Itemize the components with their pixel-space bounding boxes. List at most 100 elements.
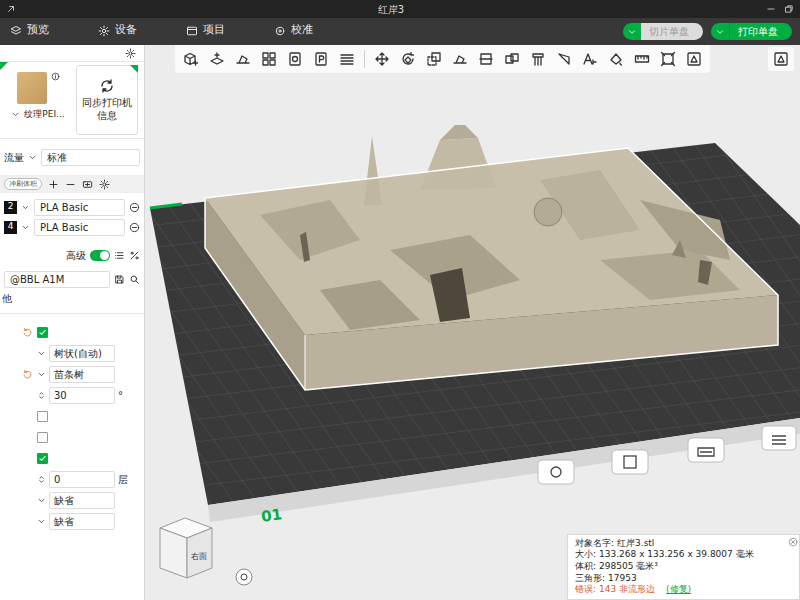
scale-icon[interactable] <box>422 47 446 71</box>
cut-icon[interactable] <box>474 47 498 71</box>
reset-icon[interactable] <box>22 327 33 338</box>
color-paint-icon[interactable] <box>604 47 628 71</box>
chevron-icon[interactable] <box>37 496 46 505</box>
settings-gear-icon[interactable] <box>125 48 136 59</box>
setting-select[interactable]: 树状(自动) <box>49 345 115 362</box>
list-icon[interactable] <box>114 250 125 261</box>
setting-checkbox[interactable] <box>37 327 48 338</box>
close-icon[interactable] <box>788 537 798 547</box>
text-tool-icon[interactable] <box>578 47 602 71</box>
tab-label: 设备 <box>115 22 137 39</box>
search-icon[interactable] <box>129 274 140 285</box>
setting-select[interactable]: 缺省 <box>49 492 115 509</box>
dropdown-chevron-icon[interactable] <box>711 23 729 40</box>
reset-slot <box>20 389 34 403</box>
split-parts-icon[interactable] <box>309 47 333 71</box>
advanced-toggle[interactable] <box>90 250 110 261</box>
minimize-icon[interactable] <box>766 4 776 14</box>
back-arrow-icon[interactable] <box>6 4 16 14</box>
sync-printer-button[interactable]: 同步打印机信息 <box>76 65 138 135</box>
menu-tab[interactable]: 项目 <box>186 18 274 45</box>
build-plate-scene[interactable]: 01右面 <box>145 45 800 600</box>
arrange-icon[interactable] <box>257 47 281 71</box>
error-value: 143 非流形边 <box>599 584 655 596</box>
filament-slot[interactable]: 4 <box>4 221 17 234</box>
filament-select[interactable]: PLA Basic <box>34 219 125 236</box>
add-filament-icon[interactable] <box>48 179 59 190</box>
shape-gallery-icon[interactable] <box>682 47 706 71</box>
chevron-icon[interactable] <box>28 153 37 162</box>
reset-icon[interactable] <box>22 369 33 380</box>
split-objects-icon[interactable] <box>283 47 307 71</box>
setting-unit: ° <box>118 388 123 403</box>
dropdown-chevron-icon[interactable] <box>623 23 641 40</box>
printer-name: @BBL A1M <box>10 272 64 287</box>
check-icon <box>38 454 47 463</box>
reset-slot <box>20 515 34 529</box>
flush-volume-button[interactable]: 冲刷体积 <box>4 178 42 191</box>
filament-settings-icon[interactable] <box>99 179 110 190</box>
3d-viewport[interactable]: 01右面对象名字:红岸3.stl大小:133.268 x 133.256 x 3… <box>145 45 800 600</box>
chevron-icon[interactable] <box>37 517 46 526</box>
action-label: 切片单盘 <box>649 24 689 39</box>
setting-select[interactable]: 缺省 <box>49 513 115 530</box>
lay-on-face-icon[interactable] <box>448 47 472 71</box>
chevron-icon[interactable] <box>37 349 46 358</box>
menu-tab[interactable]: 预览 <box>10 18 98 45</box>
flow-select[interactable]: 标准 <box>41 149 140 166</box>
reset-slot[interactable] <box>20 368 34 382</box>
print-plate-button[interactable]: 打印单盘 <box>711 23 792 40</box>
remove-circle-icon[interactable] <box>129 222 140 233</box>
add-object-icon[interactable] <box>179 47 203 71</box>
filament-sheet-icon[interactable] <box>82 179 93 190</box>
sync-label: 同步打印机信息 <box>81 97 133 122</box>
save-icon[interactable] <box>114 274 125 285</box>
filament-select[interactable]: PLA Basic <box>34 199 125 216</box>
spinner-icon[interactable] <box>37 475 46 484</box>
menu-tab[interactable]: 校准 <box>274 18 362 45</box>
restore-icon[interactable] <box>784 4 794 14</box>
assembly-icon[interactable] <box>656 47 680 71</box>
chevron-icon[interactable] <box>21 203 30 212</box>
layout-switch-icon[interactable] <box>768 47 794 71</box>
support-paint-icon[interactable] <box>526 47 550 71</box>
layer-height-icon[interactable] <box>335 47 359 71</box>
setting-checkbox[interactable] <box>37 411 48 422</box>
auto-orient-icon[interactable] <box>231 47 255 71</box>
view-cube-face[interactable]: 右面 <box>191 552 207 561</box>
sync-icon <box>99 78 115 94</box>
add-plate-icon[interactable] <box>205 47 229 71</box>
plate-thumbnail[interactable] <box>17 72 47 104</box>
info-value: 17953 <box>608 573 637 585</box>
setting-checkbox[interactable] <box>37 432 48 443</box>
info-icon[interactable] <box>51 72 60 81</box>
printer-preset[interactable]: @BBL A1M <box>4 271 110 288</box>
setting-number[interactable]: 30 <box>49 387 115 404</box>
menu-tab[interactable]: 设备 <box>98 18 186 45</box>
filament-row: 2 PLA Basic <box>0 197 144 217</box>
repair-link[interactable]: (修复) <box>666 584 691 596</box>
rotate-icon[interactable] <box>396 47 420 71</box>
setting-number[interactable]: 0 <box>49 471 115 488</box>
seam-paint-icon[interactable] <box>552 47 576 71</box>
measure-icon[interactable] <box>630 47 654 71</box>
boolean-icon[interactable] <box>500 47 524 71</box>
setting-select[interactable]: 苗条树 <box>49 366 115 383</box>
remove-circle-icon[interactable] <box>129 202 140 213</box>
remove-filament-icon[interactable] <box>65 179 76 190</box>
chevron-icon[interactable] <box>37 370 46 379</box>
setting-row: 树状(自动) <box>0 343 144 364</box>
spinner-icon[interactable] <box>37 391 46 400</box>
percent-icon[interactable] <box>129 250 140 261</box>
setting-row: 缺省 <box>0 490 144 511</box>
chevron-icon[interactable] <box>11 110 20 119</box>
filament-slot[interactable]: 2 <box>4 201 17 214</box>
setting-checkbox[interactable] <box>37 453 48 464</box>
move-icon[interactable] <box>370 47 394 71</box>
tab-label: 项目 <box>203 22 225 39</box>
plate-type-label[interactable]: 纹理PEI... <box>24 108 64 122</box>
setting-row <box>0 406 144 427</box>
info-label: 大小: <box>575 549 596 561</box>
chevron-icon[interactable] <box>21 223 30 232</box>
reset-slot[interactable] <box>20 326 34 340</box>
